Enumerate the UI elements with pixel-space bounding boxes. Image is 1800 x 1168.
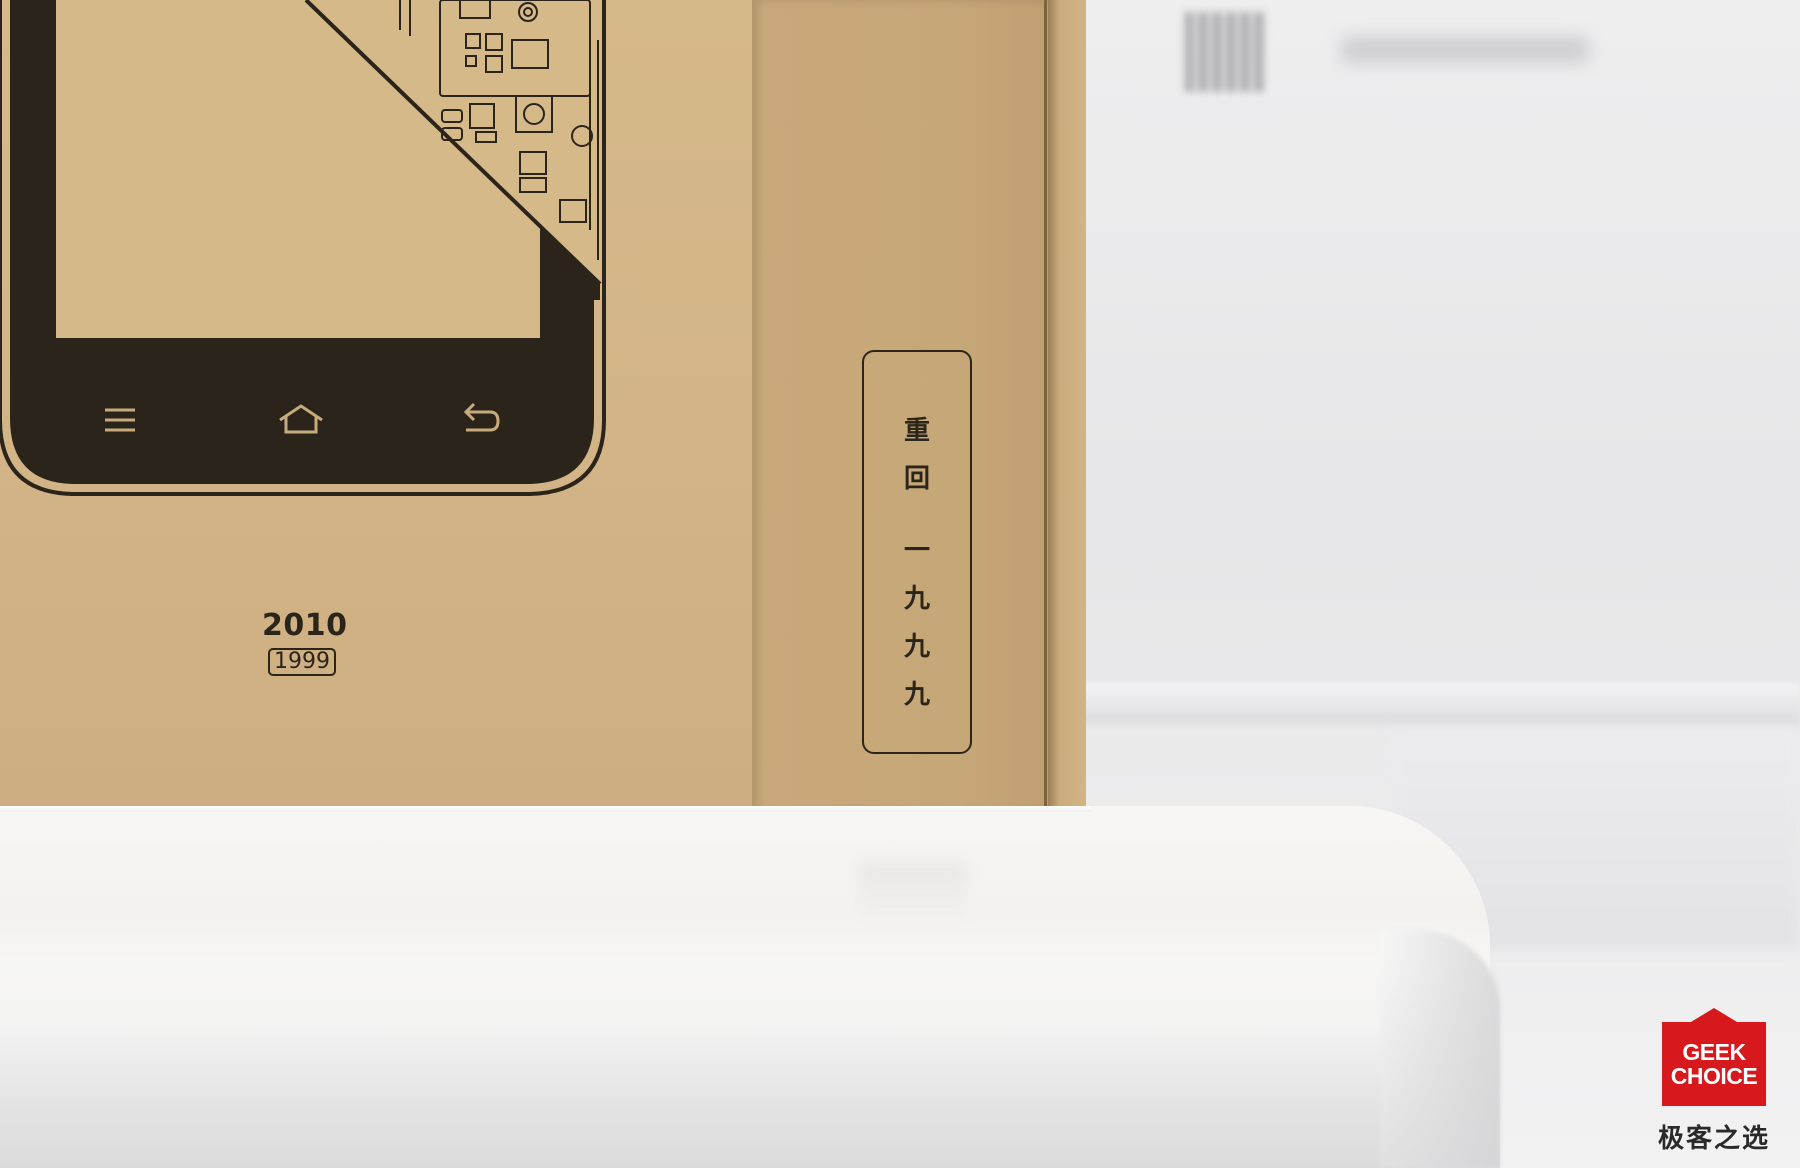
side-vertical-label: 重 回 一 九 九 九 (862, 350, 972, 754)
box-reflection (858, 862, 968, 922)
wall-ledge (1080, 684, 1800, 724)
logo-line-1: GEEK (1682, 1039, 1746, 1065)
box-corner-line (1044, 0, 1047, 810)
side-label-char: 九 (903, 584, 930, 614)
boxed-year-label: 1999 (268, 648, 336, 676)
side-label-char: 九 (903, 680, 930, 710)
logo-line-2: CHOICE (1670, 1063, 1758, 1089)
table-shadow (0, 960, 1500, 1168)
box-edge (1048, 0, 1086, 808)
side-label-char: 一 (903, 536, 930, 566)
year-label: 2010 (262, 608, 348, 643)
blurred-qr-code (1185, 12, 1265, 92)
blurred-wall-text (1340, 36, 1590, 64)
geek-choice-logo: GEEK CHOICE (1662, 1022, 1766, 1106)
side-label-char: 回 (903, 464, 930, 494)
side-label-char: 九 (903, 632, 930, 662)
side-label-char: 重 (903, 416, 930, 446)
phone-illustration (0, 0, 606, 496)
watermark-chinese-text: 极客之选 (1657, 1124, 1770, 1154)
table-top-edge (0, 806, 1090, 812)
